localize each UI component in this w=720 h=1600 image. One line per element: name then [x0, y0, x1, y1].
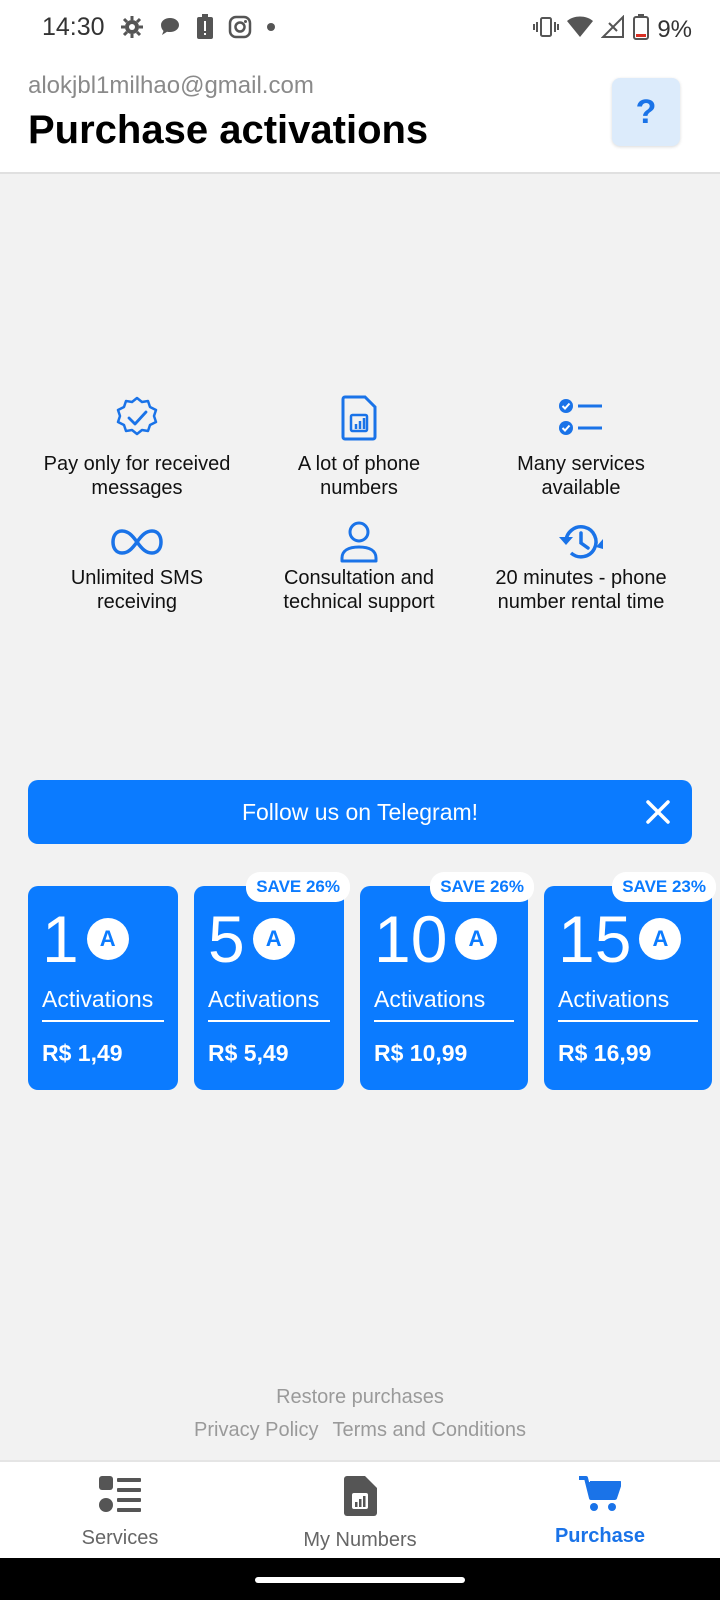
- plan-label: Activations: [208, 986, 320, 1012]
- gear-icon: [120, 15, 144, 39]
- privacy-policy-link[interactable]: Privacy Policy: [194, 1419, 318, 1442]
- close-icon[interactable]: [644, 798, 672, 826]
- plan-count: 5: [208, 902, 245, 976]
- plan-label: Activations: [42, 986, 154, 1012]
- feature-rental-time: 20 minutes - phone number rental time: [470, 518, 692, 614]
- feature-phone-numbers: A lot of phone numbers: [248, 394, 470, 500]
- plan-card-15[interactable]: SAVE 23% 15 A Activations R$ 16,99: [544, 872, 716, 1090]
- sim-card-icon: [343, 1476, 377, 1521]
- history-clock-icon: [557, 518, 605, 566]
- person-icon: [339, 518, 379, 566]
- feature-text: A lot of phone numbers: [297, 453, 421, 499]
- feature-text: Pay only for received messages: [43, 453, 231, 499]
- features-grid: Pay only for received messages A lot of …: [26, 394, 694, 614]
- plan-divider: [374, 1020, 514, 1022]
- plan-card-5[interactable]: SAVE 26% 5A Activations R$ 5,49: [194, 872, 350, 1090]
- cart-icon: [579, 1476, 622, 1517]
- plan-price: R$ 16,99: [558, 1040, 652, 1066]
- nav-label: Services: [81, 1527, 159, 1549]
- plan-price: R$ 1,49: [42, 1040, 123, 1066]
- telegram-banner-text: Follow us on Telegram!: [241, 798, 479, 825]
- feature-many-services: Many services available: [470, 394, 692, 500]
- battery-percent: 9%: [657, 15, 692, 43]
- plan-label: Activations: [558, 986, 670, 1012]
- nav-my-numbers[interactable]: My Numbers: [240, 1462, 480, 1558]
- help-button[interactable]: ?: [612, 78, 680, 146]
- checklist-icon: [558, 394, 604, 442]
- terms-link[interactable]: Terms and Conditions: [333, 1419, 526, 1442]
- infinity-icon: [110, 518, 164, 566]
- system-gesture-bar: [0, 1558, 720, 1600]
- app-header: alokjbl1milhao@gmail.com Purchase activa…: [0, 56, 720, 174]
- plan-price: R$ 5,49: [208, 1040, 289, 1066]
- legal-links: Privacy Policy Terms and Conditions: [0, 1419, 720, 1442]
- battery-alert-icon: [196, 14, 214, 40]
- feature-support: Consultation and technical support: [248, 518, 470, 614]
- feature-unlimited-sms: Unlimited SMS receiving: [26, 518, 248, 614]
- activation-badge-icon: A: [455, 918, 498, 960]
- dot-icon: [266, 22, 276, 32]
- activation-badge-icon: A: [639, 918, 682, 960]
- telegram-banner[interactable]: Follow us on Telegram!: [28, 780, 692, 844]
- plan-divider: [208, 1020, 330, 1022]
- bottom-nav: Services My Numbers Purchase: [0, 1460, 720, 1558]
- chat-bubble-icon: [158, 15, 182, 39]
- status-icons-right: 9%: [533, 14, 692, 45]
- account-email: alokjbl1milhao@gmail.com: [28, 72, 314, 99]
- sim-card-icon: [339, 394, 379, 442]
- save-badge: SAVE 26%: [430, 872, 534, 902]
- plan-card-10[interactable]: SAVE 26% 10 A Activations R$ 10,99: [360, 872, 534, 1090]
- plan-label: Activations: [374, 986, 486, 1012]
- feature-text: Many services available: [517, 453, 645, 499]
- nav-label: Purchase: [554, 1525, 646, 1547]
- restore-purchases-link[interactable]: Restore purchases: [0, 1386, 720, 1409]
- feature-text: 20 minutes - phone number rental time: [495, 567, 667, 613]
- plans-row: 1A Activations R$ 1,49 SAVE 26% 5A Activ…: [28, 872, 720, 1092]
- status-icons-left: [120, 14, 276, 40]
- plan-divider: [558, 1020, 698, 1022]
- feature-text: Consultation and technical support: [283, 567, 435, 613]
- plan-count: 1: [42, 902, 79, 976]
- page-title: Purchase activations: [28, 108, 429, 152]
- signal-icon: [600, 14, 625, 44]
- nav-label: My Numbers: [303, 1529, 417, 1551]
- plan-divider: [42, 1020, 164, 1022]
- battery-icon: [633, 14, 650, 45]
- vibrate-icon: [533, 15, 560, 44]
- save-badge: SAVE 23%: [612, 872, 716, 902]
- instagram-icon: [228, 15, 252, 39]
- feature-text: Unlimited SMS receiving: [70, 567, 204, 613]
- footer-links: Restore purchases Privacy Policy Terms a…: [0, 1386, 720, 1442]
- activation-badge-icon: A: [252, 918, 295, 960]
- home-gesture-pill[interactable]: [255, 1577, 465, 1583]
- services-list-icon: [99, 1476, 141, 1519]
- activation-badge-icon: A: [86, 918, 129, 960]
- save-badge: SAVE 26%: [246, 872, 350, 902]
- status-time: 14:30: [42, 13, 105, 41]
- feature-pay-only: Pay only for received messages: [26, 394, 248, 500]
- verified-badge-icon: [114, 394, 160, 442]
- plan-count: 15: [558, 902, 632, 976]
- plan-price: R$ 10,99: [374, 1040, 468, 1066]
- plan-card-1[interactable]: 1A Activations R$ 1,49: [28, 886, 178, 1090]
- plan-count: 10: [374, 902, 448, 976]
- nav-services[interactable]: Services: [0, 1462, 240, 1558]
- status-bar: 14:30 9%: [0, 0, 720, 56]
- wifi-icon: [567, 16, 594, 43]
- nav-purchase[interactable]: Purchase: [480, 1462, 720, 1558]
